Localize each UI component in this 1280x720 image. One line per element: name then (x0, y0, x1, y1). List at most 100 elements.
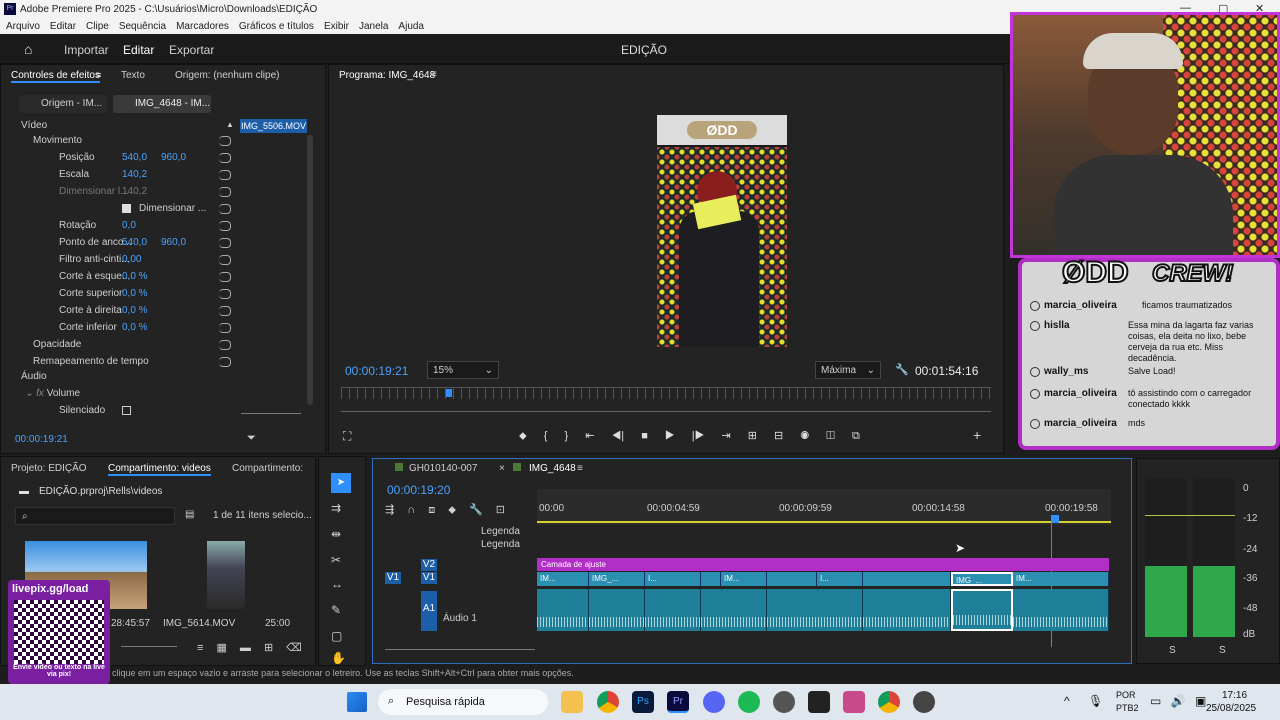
solo-button[interactable]: S (1219, 645, 1226, 656)
search-input[interactable]: ⌕ (15, 507, 175, 525)
tab-editar[interactable]: Editar (123, 43, 154, 57)
zoom-scrollbar[interactable] (241, 413, 301, 414)
tab-importar[interactable]: Importar (64, 43, 109, 57)
effect-property-row[interactable]: Opacidade (1, 337, 237, 353)
effect-property-row[interactable]: Filtro anti-cinti... 0,00 (1, 252, 237, 268)
photoshop-icon[interactable]: Ps (632, 691, 654, 713)
property-value[interactable]: 0,0 % (122, 320, 148, 336)
menu-item[interactable]: Clipe (86, 21, 109, 32)
search-box[interactable]: ⌕ Pesquisa rápida (378, 689, 548, 715)
rectangle-tool[interactable]: ▢ (331, 629, 342, 643)
new-bin-icon[interactable]: ▤ (185, 509, 194, 520)
track-select-tool[interactable]: ⇉ (331, 501, 341, 515)
selection-tool[interactable]: ➤ (331, 473, 351, 493)
tab-exportar[interactable]: Exportar (169, 43, 214, 57)
effect-property-row[interactable]: Corte inferior 0,0 % (1, 320, 237, 336)
video-clip[interactable]: IM... (1013, 572, 1109, 586)
source-patch-v1[interactable]: V1 (385, 572, 401, 584)
reset-icon[interactable] (219, 238, 231, 248)
selected-video-clip[interactable]: IMG_... (951, 572, 1013, 586)
reset-icon[interactable] (219, 306, 231, 316)
adjustment-layer-clip[interactable]: Camada de ajuste (537, 558, 1109, 571)
video-clip[interactable] (767, 572, 817, 586)
project-toolbar[interactable]: ≡ ▦ ▬ ⊞ ⌫ (197, 641, 302, 654)
vertical-scrollbar[interactable] (307, 135, 313, 405)
windows-start-icon[interactable] (347, 692, 367, 712)
reset-icon[interactable] (219, 221, 231, 231)
effect-property-row[interactable]: Corte à esque... 0,0 % (1, 269, 237, 285)
reset-icon[interactable] (219, 136, 231, 146)
keyboard-layout[interactable]: PTB2 (1116, 703, 1139, 713)
property-value[interactable]: 140,2 (122, 184, 147, 200)
video-clip[interactable]: IMG_... (589, 572, 645, 586)
effect-property-row[interactable]: Dimensionar ... (1, 201, 237, 217)
wrench-icon[interactable]: 🔧 (895, 363, 909, 376)
add-button-icon[interactable]: + (973, 427, 981, 443)
premiere-icon[interactable]: Pr (667, 691, 689, 713)
audio-clip[interactable] (767, 589, 863, 631)
volume-row[interactable]: ⌄ fx Volume (25, 388, 80, 399)
menu-item[interactable]: Ajuda (398, 21, 424, 32)
filter-icon[interactable]: ⏷ (247, 432, 256, 445)
video-clip[interactable]: IM... (537, 572, 589, 586)
video-clip[interactable] (701, 572, 721, 586)
playhead[interactable] (446, 389, 452, 397)
panel-menu-icon[interactable]: ≡ (431, 69, 437, 80)
microphone-icon[interactable]: 🎙 (1088, 694, 1103, 708)
tab-bin[interactable]: Compartimento: (232, 463, 303, 474)
effect-property-row[interactable]: Dimensionar l... 140,2 (1, 184, 237, 200)
effect-property-row[interactable]: Escala 140,2 (1, 167, 237, 183)
solo-button[interactable]: S (1169, 645, 1176, 656)
effect-property-row[interactable]: Ponto de anco... 540,0 960,0 (1, 235, 237, 251)
timeline-toolbar[interactable]: ⇶ ∩ ⧈ ⬥ 🔧 ⊡ (385, 503, 505, 517)
menu-item[interactable]: Exibir (324, 21, 349, 32)
discord-icon[interactable] (703, 691, 725, 713)
effect-property-row[interactable]: Remapeamento de tempo (1, 354, 237, 370)
property-value[interactable]: 0,0 (122, 218, 136, 234)
audio-clip[interactable] (537, 589, 589, 631)
reset-icon[interactable] (219, 170, 231, 180)
clock-time[interactable]: 17:16 (1222, 690, 1247, 701)
reset-icon[interactable] (219, 340, 231, 350)
reset-icon[interactable] (219, 255, 231, 265)
tray-expand-icon[interactable]: ^ (1064, 694, 1070, 708)
quality-select[interactable]: Máxima ⌄ (815, 361, 881, 379)
program-scrollbar[interactable] (341, 411, 991, 412)
silenced-checkbox[interactable] (122, 406, 131, 415)
reset-icon[interactable] (219, 289, 231, 299)
menu-item[interactable]: Editar (50, 21, 76, 32)
transport-controls[interactable]: ⬥ { } ⇤ ◀| ■ ▶ |▶ ⇥ ⊞ ⊟ ◉ ◫ ⧉ (519, 429, 939, 443)
audio-clip[interactable] (701, 589, 767, 631)
checkbox[interactable] (122, 204, 131, 213)
menu-item[interactable]: Janela (359, 21, 388, 32)
audio-clip[interactable] (863, 589, 951, 631)
app-icon[interactable] (843, 691, 865, 713)
property-value[interactable]: 540,0 (122, 235, 147, 251)
property-value[interactable]: 0,0 % (122, 286, 148, 302)
track-a1[interactable]: A1 (421, 591, 437, 631)
time-ruler[interactable]: 00:00 00:00:04:59 00:00:09:59 00:00:14:5… (537, 489, 1111, 525)
sequence-clip-tab[interactable]: IMG_4648 - IM... (113, 95, 211, 113)
chrome-icon[interactable] (597, 691, 619, 713)
menu-item[interactable]: Arquivo (6, 21, 40, 32)
pen-tool[interactable]: ✎ (331, 603, 341, 617)
reset-icon[interactable] (219, 357, 231, 367)
clock-date[interactable]: 25/08/2025 (1206, 703, 1256, 714)
effect-property-row[interactable]: Posição 540,0 960,0 (1, 150, 237, 166)
clip-thumbnail[interactable] (207, 541, 245, 609)
obs-icon[interactable] (773, 691, 795, 713)
spotify-icon[interactable] (738, 691, 760, 713)
tray-icons[interactable]: ▭ 🔊 ▣ (1150, 694, 1206, 708)
track-v2[interactable]: V2 (421, 559, 437, 571)
collapse-icon[interactable]: ▲ (226, 120, 234, 129)
language-indicator[interactable]: POR (1116, 690, 1136, 700)
video-clip[interactable] (863, 572, 951, 586)
source-clip-tab[interactable]: Origem - IM... (19, 95, 107, 113)
tab-text[interactable]: Texto (121, 70, 145, 81)
video-clip[interactable]: IM... (721, 572, 767, 586)
reset-icon[interactable] (219, 272, 231, 282)
app-icon[interactable] (913, 691, 935, 713)
audio-clip[interactable] (1013, 589, 1109, 631)
audio-clip[interactable] (645, 589, 701, 631)
property-value[interactable]: 0,0 % (122, 269, 148, 285)
